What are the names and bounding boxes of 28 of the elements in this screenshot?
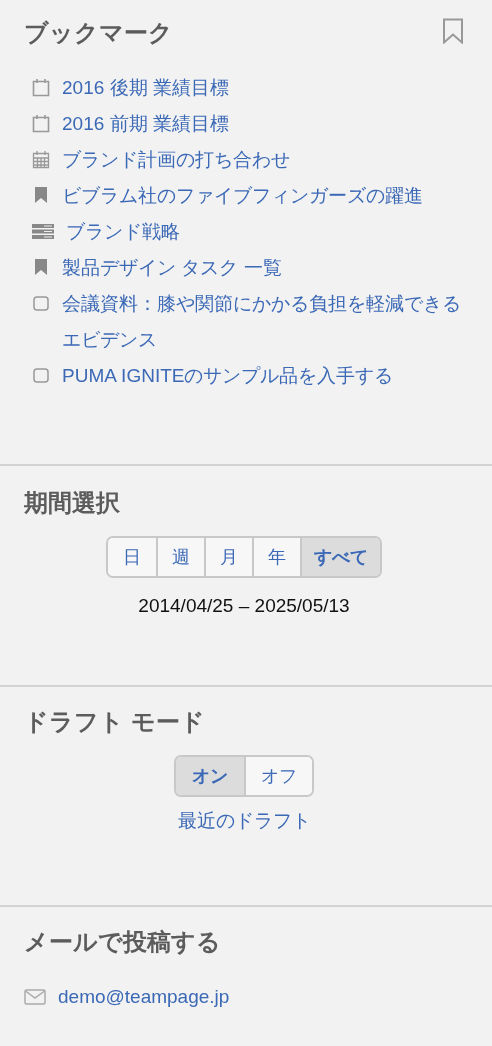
envelope-icon — [24, 988, 46, 1006]
calendar-icon — [32, 77, 50, 97]
bookmark-link[interactable]: 製品デザイン タスク 一覧 — [62, 250, 282, 286]
toggle-option[interactable]: オン — [176, 757, 244, 795]
bookmark-link[interactable]: ブランド計画の打ち合わせ — [62, 142, 290, 178]
email-link[interactable]: demo@teampage.jp — [58, 979, 230, 1015]
bookmark-link[interactable]: 2016 前期 業績目標 — [62, 106, 229, 142]
bookmark-icon[interactable] — [442, 18, 464, 44]
recent-drafts-link[interactable]: 最近のドラフト — [177, 803, 311, 839]
bookmark-icon — [32, 257, 50, 277]
section-heading: ブックマーク — [24, 18, 173, 48]
checkbox-icon[interactable] — [32, 365, 50, 385]
section-heading: メールで投稿する — [24, 927, 222, 957]
list-icon — [32, 221, 54, 241]
checkbox-icon[interactable] — [32, 293, 50, 313]
bookmark-link[interactable]: 2016 後期 業績目標 — [62, 70, 229, 106]
calendar-icon — [32, 113, 50, 133]
bookmark-link[interactable]: PUMA IGNITEのサンプル品を入手する — [62, 358, 394, 394]
section-heading: 期間選択 — [24, 488, 121, 518]
period-tab[interactable]: すべて — [300, 538, 380, 576]
bookmark-icon — [32, 185, 50, 205]
date-range: 2014/04/25 – 2025/05/13 — [138, 594, 350, 618]
bookmark-link[interactable]: 会議資料：膝や関節にかかる負担を軽減できるエビデンス — [62, 286, 464, 358]
calendar-icon — [32, 149, 50, 169]
bookmark-link[interactable]: ブランド戦略 — [66, 214, 180, 250]
section-heading: ドラフト モード — [24, 707, 206, 737]
toggle-option[interactable]: オフ — [244, 757, 312, 795]
bookmark-link[interactable]: ビブラム社のファイブフィンガーズの躍進 — [62, 178, 423, 214]
